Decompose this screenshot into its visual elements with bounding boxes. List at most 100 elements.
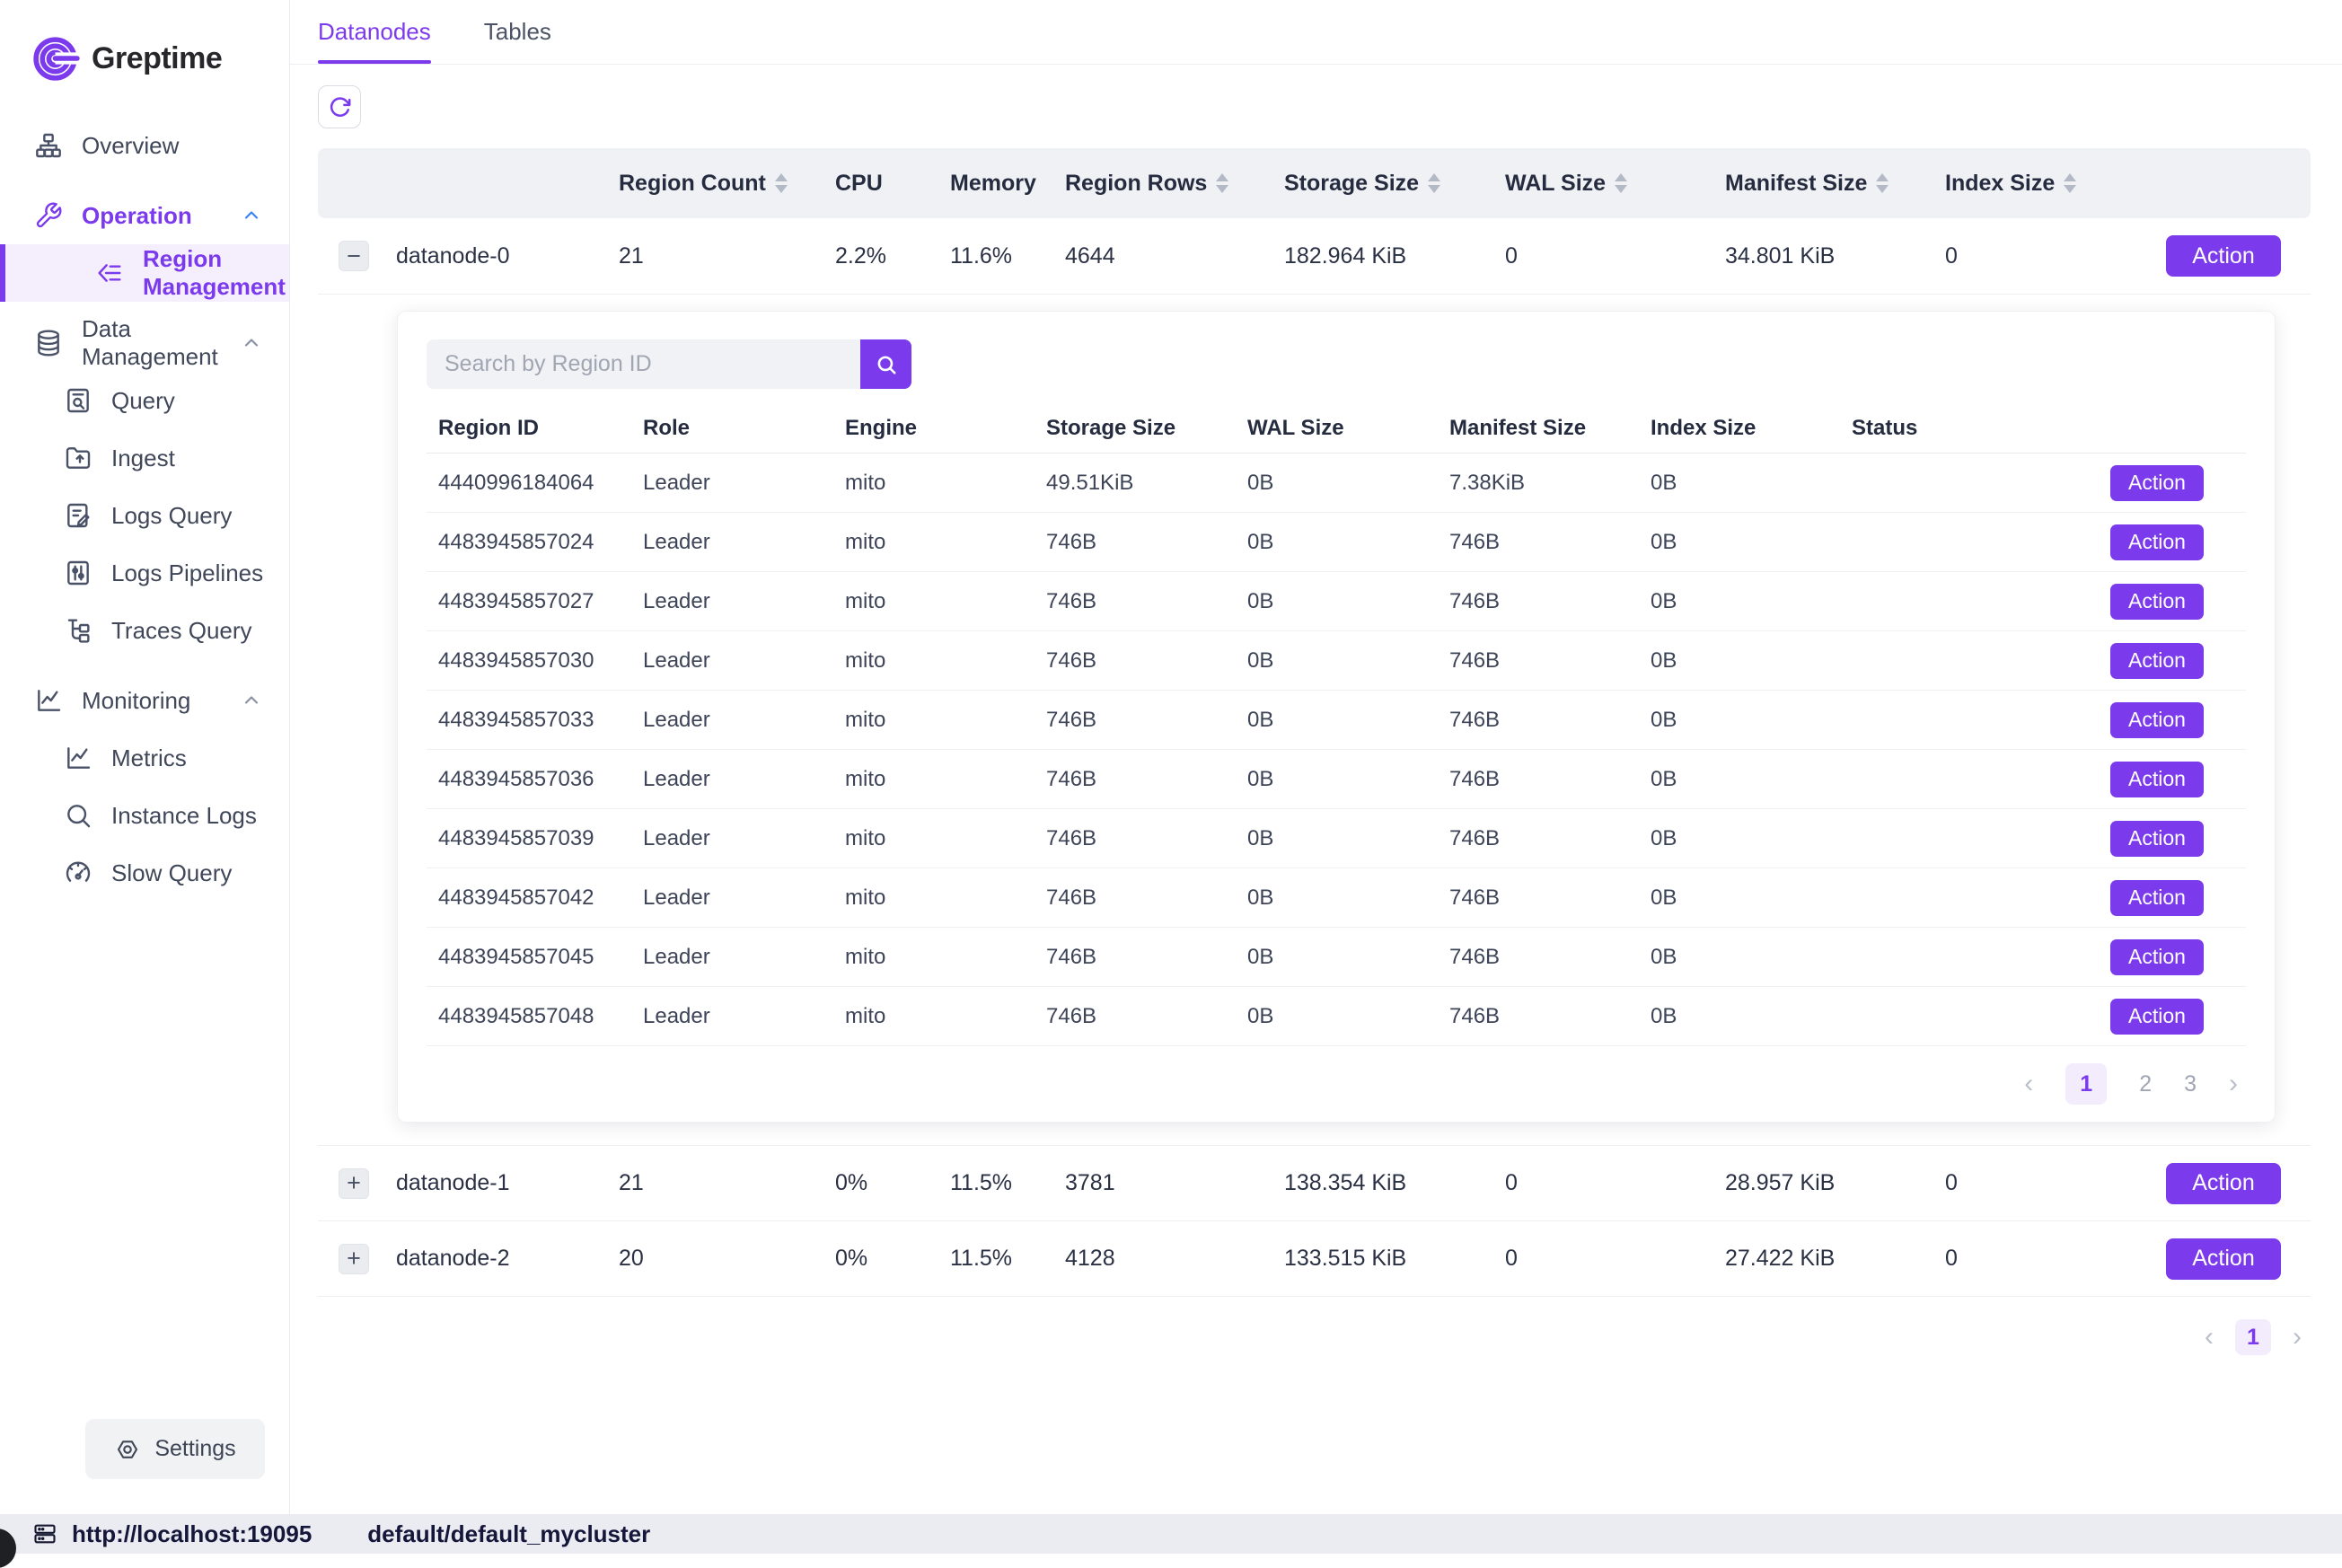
tab-tables[interactable]: Tables [484, 0, 551, 64]
sidebar-group-monitoring[interactable]: Monitoring [0, 672, 289, 729]
sort-icon[interactable] [1615, 173, 1627, 193]
sort-icon[interactable] [2064, 173, 2076, 193]
storage-size-cell: 746B [1035, 767, 1236, 792]
region-count-cell: 20 [611, 1246, 772, 1272]
manifest-size-cell: 7.38KiB [1438, 471, 1639, 496]
index-size-cell: 0B [1639, 589, 1840, 614]
region-action-button[interactable]: Action [2110, 643, 2204, 679]
datanodes-table-header: Region Count CPU Memory Region Rows Stor… [318, 148, 2311, 218]
page-number-1[interactable]: 1 [2235, 1319, 2271, 1355]
wrench-icon [33, 200, 64, 231]
expand-row-button[interactable]: + [339, 1244, 369, 1274]
region-id-cell: 4483945857027 [427, 589, 631, 614]
database-icon [33, 328, 64, 358]
region-action-button[interactable]: Action [2110, 999, 2204, 1035]
page-next-icon[interactable]: › [2229, 1070, 2238, 1097]
cpu-cell: 0% [772, 1246, 880, 1272]
wal-size-cell: 0B [1236, 1004, 1438, 1029]
search-button[interactable] [860, 339, 911, 389]
region-action-button[interactable]: Action [2110, 880, 2204, 916]
region-pagination: ‹ 1 2 3 › [427, 1046, 2246, 1122]
sitemap-icon [33, 130, 64, 161]
sidebar-group-operation[interactable]: Operation [0, 187, 289, 244]
sidebar-item-query[interactable]: Query [0, 372, 289, 429]
collapse-row-button[interactable]: − [339, 241, 369, 271]
region-table-row: 4483945857036 Leader mito 746B 0B 746B 0… [427, 750, 2246, 809]
wal-size-cell: 0B [1236, 826, 1438, 851]
region-table-row: 4483945857030 Leader mito 746B 0B 746B 0… [427, 631, 2246, 691]
column-label: Manifest Size [1725, 171, 1867, 197]
column-label: Storage Size [1035, 416, 1236, 441]
sidebar-item-label: Query [111, 387, 175, 415]
role-cell: Leader [631, 530, 833, 555]
storage-size-cell: 746B [1035, 826, 1236, 851]
region-action-button[interactable]: Action [2110, 702, 2204, 738]
sort-icon[interactable] [1428, 173, 1440, 193]
chevron-up-icon[interactable] [241, 205, 262, 226]
sidebar-item-slow-query[interactable]: Slow Query [0, 844, 289, 902]
page-number-1[interactable]: 1 [2065, 1063, 2107, 1105]
refresh-button[interactable] [318, 85, 361, 128]
engine-cell: mito [833, 826, 1035, 851]
region-table-body: 4440996184064 Leader mito 49.51KiB 0B 7.… [427, 454, 2246, 1046]
storage-size-cell: 746B [1035, 1004, 1236, 1029]
sidebar-item-label: Metrics [111, 744, 187, 772]
index-size-cell: 0 [1895, 1246, 2092, 1272]
datanode-action-button[interactable]: Action [2166, 1163, 2281, 1204]
tab-bar: Datanodes Tables [290, 0, 2342, 65]
sidebar-item-traces-query[interactable]: Traces Query [0, 602, 289, 659]
region-search-input[interactable] [427, 339, 860, 389]
region-table-row: 4483945857033 Leader mito 746B 0B 746B 0… [427, 691, 2246, 750]
region-id-cell: 4483945857033 [427, 708, 631, 733]
page-number-3[interactable]: 3 [2184, 1071, 2197, 1097]
sidebar-item-ingest[interactable]: Ingest [0, 429, 289, 487]
search-icon [875, 353, 898, 376]
datanode-action-button[interactable]: Action [2166, 1238, 2281, 1280]
expand-row-button[interactable]: + [339, 1168, 369, 1199]
wal-size-cell: 0B [1236, 767, 1438, 792]
page-number-2[interactable]: 2 [2139, 1071, 2152, 1097]
tab-datanodes[interactable]: Datanodes [318, 0, 431, 64]
region-action-button[interactable]: Action [2110, 821, 2204, 857]
page-prev-icon[interactable]: ‹ [2205, 1324, 2214, 1351]
region-table-row: 4440996184064 Leader mito 49.51KiB 0B 7.… [427, 454, 2246, 513]
engine-cell: mito [833, 648, 1035, 674]
sidebar-group-data-management[interactable]: Data Management [0, 314, 289, 372]
settings-button[interactable]: Settings [85, 1419, 265, 1479]
sidebar-item-label: Instance Logs [111, 802, 257, 830]
page-next-icon[interactable]: › [2293, 1324, 2302, 1351]
chevron-up-icon[interactable] [241, 690, 262, 711]
sort-icon[interactable] [1216, 173, 1228, 193]
role-cell: Leader [631, 708, 833, 733]
region-id-cell: 4483945857024 [427, 530, 631, 555]
toolbar [290, 65, 2342, 148]
sidebar-item-instance-logs[interactable]: Instance Logs [0, 787, 289, 844]
column-label: Index Size [1945, 171, 2055, 197]
region-table-row: 4483945857048 Leader mito 746B 0B 746B 0… [427, 987, 2246, 1046]
sidebar-item-logs-query[interactable]: Logs Query [0, 487, 289, 544]
region-id-cell: 4483945857048 [427, 1004, 631, 1029]
chart-line-icon [33, 685, 64, 716]
region-action-button[interactable]: Action [2110, 465, 2204, 501]
datanode-action-button[interactable]: Action [2166, 235, 2281, 277]
chevron-up-icon[interactable] [241, 332, 262, 354]
status-bar: http://localhost:19095 default/default_m… [0, 1514, 2342, 1554]
region-action-button[interactable]: Action [2110, 762, 2204, 797]
role-cell: Leader [631, 945, 833, 970]
region-action-button[interactable]: Action [2110, 584, 2204, 620]
brand-logo: Greptime [0, 0, 289, 93]
index-size-cell: 0B [1639, 530, 1840, 555]
sidebar-item-logs-pipelines[interactable]: Logs Pipelines [0, 544, 289, 602]
manifest-size-cell: 746B [1438, 767, 1639, 792]
sliders-icon [63, 558, 93, 588]
page-prev-icon[interactable]: ‹ [2024, 1070, 2033, 1097]
sort-icon[interactable] [1876, 173, 1889, 193]
memory-cell: 11.5% [880, 1170, 1024, 1196]
sidebar-item-overview[interactable]: Overview [0, 117, 289, 174]
manifest-size-cell: 746B [1438, 826, 1639, 851]
region-action-button[interactable]: Action [2110, 524, 2204, 560]
sidebar-item-region-management[interactable]: Region Management [0, 244, 289, 302]
index-size-cell: 0B [1639, 1004, 1840, 1029]
sidebar-item-metrics[interactable]: Metrics [0, 729, 289, 787]
region-action-button[interactable]: Action [2110, 939, 2204, 975]
